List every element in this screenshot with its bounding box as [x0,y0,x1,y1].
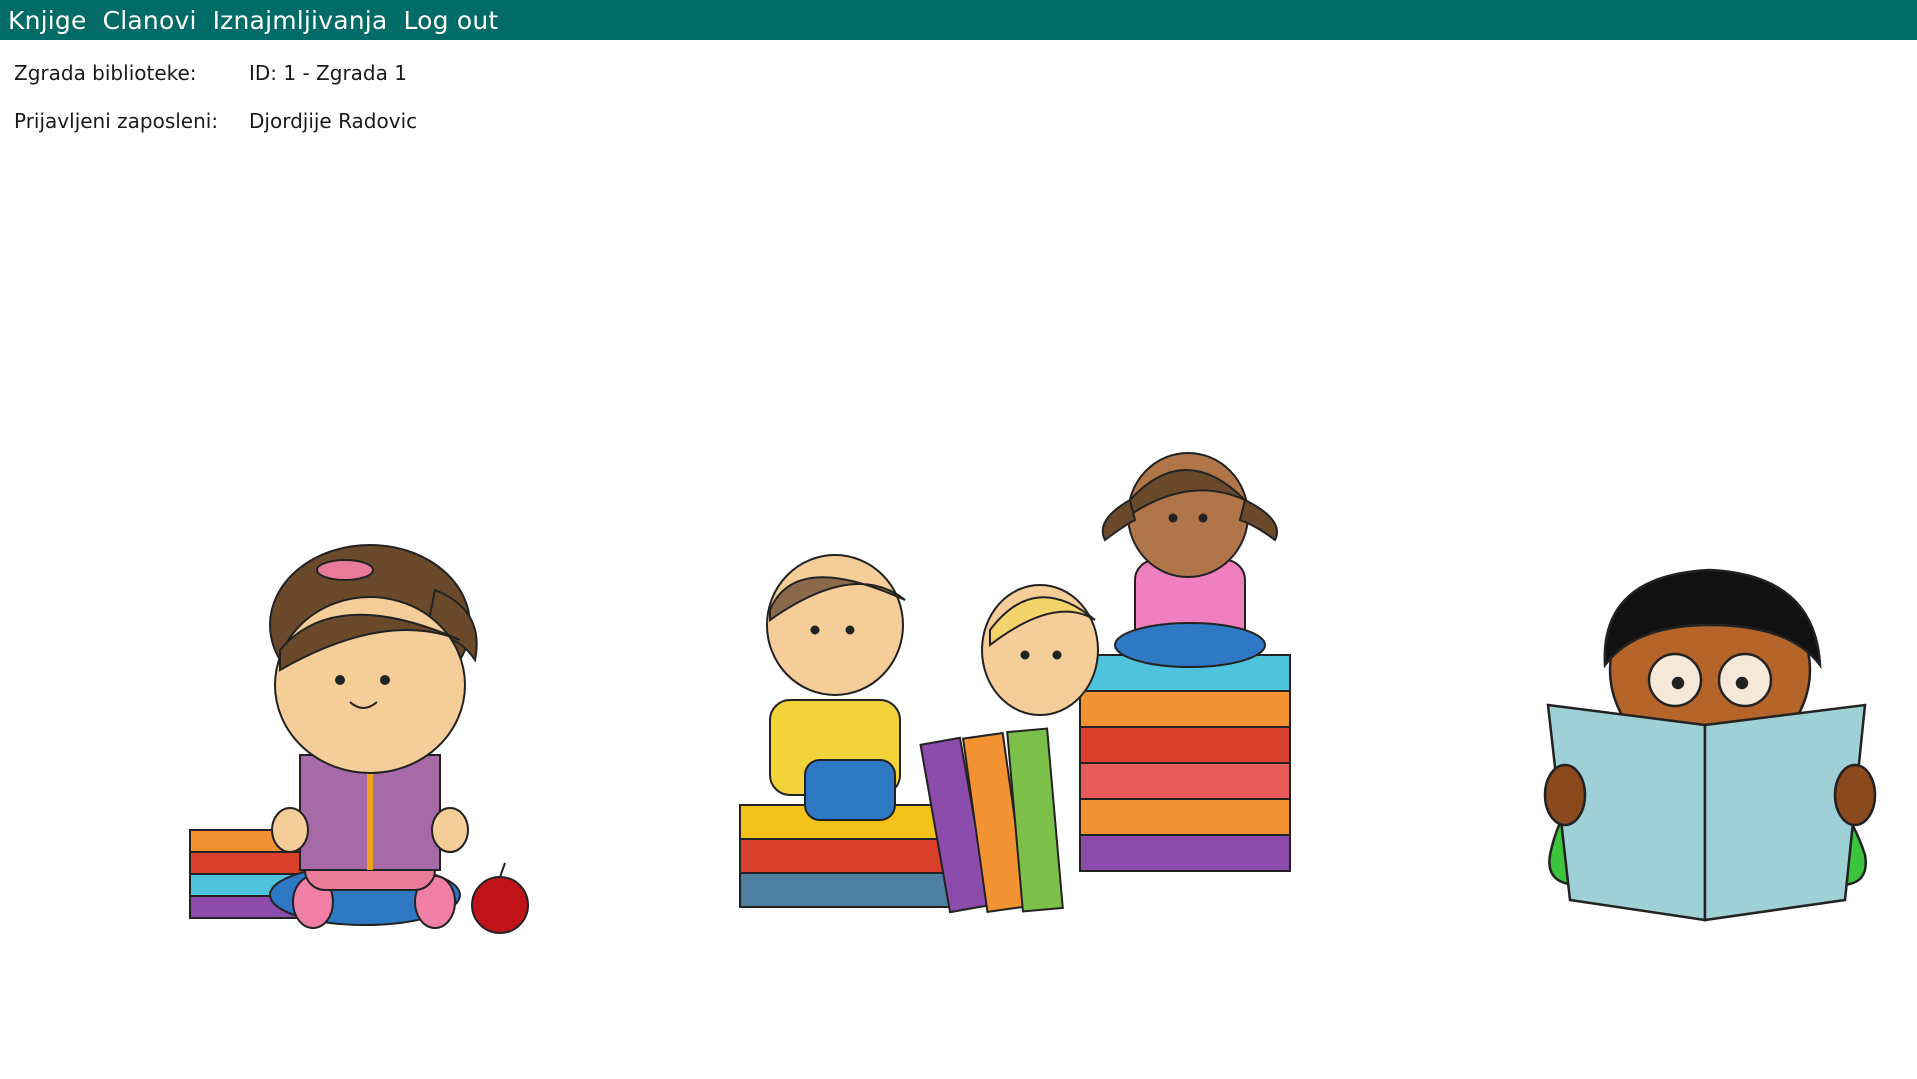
building-value: ID: 1 - Zgrada 1 [249,61,407,85]
girl-reading-illustration [189,544,529,934]
building-info-row: Zgrada biblioteke: ID: 1 - Zgrada 1 [14,61,407,85]
employee-label: Prijavljeni zaposleni: [14,109,219,133]
menu-item-logout[interactable]: Log out [403,6,498,35]
top-menu-bar: Knjige Clanovi Iznajmljivanja Log out [0,0,1917,40]
menu-item-knjige[interactable]: Knjige [8,6,87,35]
kids-on-books-illustration [739,452,1291,914]
employee-value: Djordjije Radovic [249,109,418,133]
building-label: Zgrada biblioteke: [14,61,197,85]
employee-info-row: Prijavljeni zaposleni: Djordjije Radovic [14,109,417,133]
menu-item-clanovi[interactable]: Clanovi [103,6,197,35]
boy-reading-illustration [1543,568,1877,922]
menu-item-iznajmljivanja[interactable]: Iznajmljivanja [213,6,388,35]
